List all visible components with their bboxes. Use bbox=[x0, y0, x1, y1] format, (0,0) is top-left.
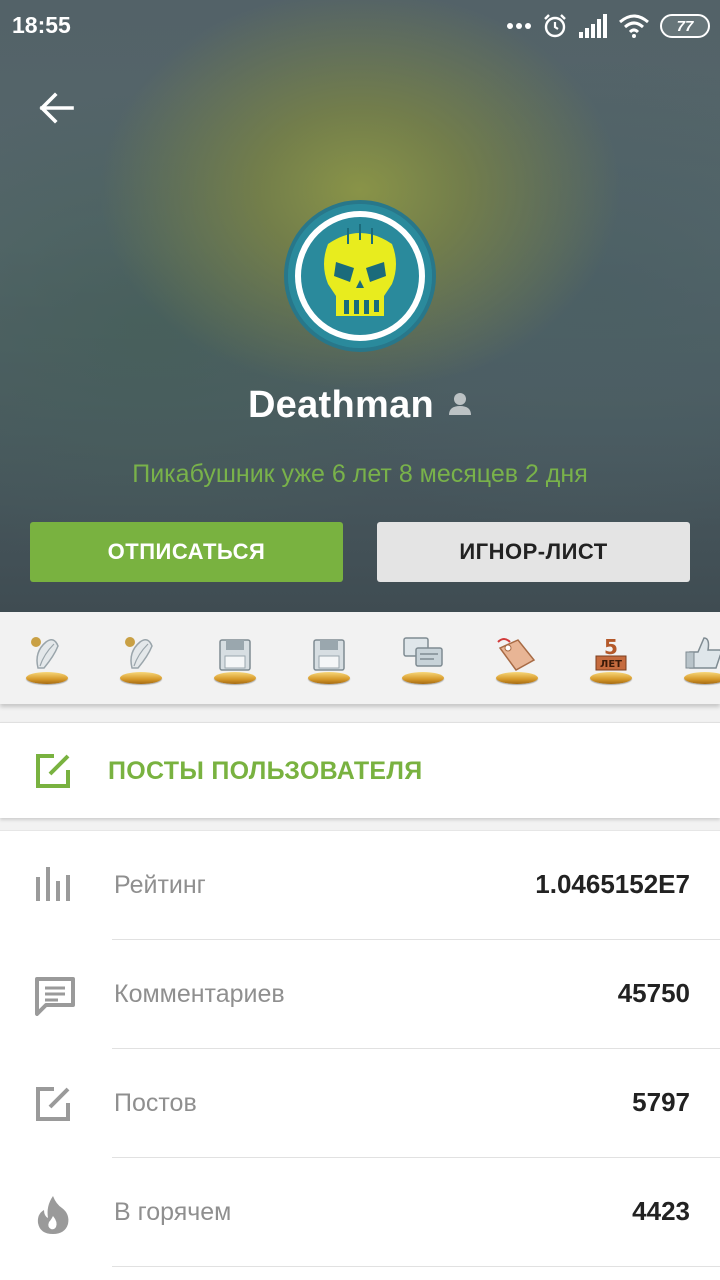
stat-row-rating: Рейтинг 1.0465152E7 bbox=[0, 831, 720, 940]
username: Deathman bbox=[247, 384, 435, 426]
divider bbox=[112, 1266, 720, 1267]
status-time: 18:55 bbox=[12, 12, 71, 38]
award-thumbs-up-icon[interactable] bbox=[682, 632, 720, 684]
status-icons: 77 bbox=[506, 10, 710, 42]
unsubscribe-button[interactable]: ОТПИСАТЬСЯ bbox=[30, 522, 343, 582]
user-posts-label: ПОСТЫ ПОЛЬЗОВАТЕЛЯ bbox=[108, 757, 423, 785]
stat-label: Комментариев bbox=[114, 980, 285, 1008]
award-5-years-word: ЛЕТ bbox=[600, 659, 622, 670]
wifi-icon bbox=[618, 14, 650, 38]
fire-icon bbox=[34, 1194, 72, 1241]
signal-icon bbox=[578, 14, 608, 38]
stat-label: В горячем bbox=[114, 1198, 232, 1226]
stat-label: Постов bbox=[114, 1089, 197, 1117]
arrow-left-icon bbox=[39, 92, 74, 124]
status-bar: 18:55 77 bbox=[0, 0, 720, 52]
award-feather-icon[interactable] bbox=[118, 632, 164, 684]
award-floppy-icon[interactable] bbox=[212, 632, 258, 684]
ignore-list-button[interactable]: ИГНОР-ЛИСТ bbox=[377, 522, 690, 582]
profile-header: 18:55 77 Deathman Пикабушник уже 6 лет 8… bbox=[0, 0, 720, 612]
member-since: Пикабушник уже 6 лет 8 месяцев 2 дня bbox=[132, 460, 588, 488]
stats-list: Рейтинг 1.0465152E7 Комментариев 45750 П… bbox=[0, 830, 720, 1280]
battery-icon: 77 bbox=[660, 14, 710, 38]
more-dots-icon bbox=[506, 22, 532, 30]
back-button[interactable] bbox=[30, 82, 82, 134]
awards-strip[interactable]: 5 ЛЕТ bbox=[0, 612, 720, 704]
edit-post-icon bbox=[34, 1085, 74, 1128]
profile-screen: 18:55 77 Deathman Пикабушник уже 6 лет 8… bbox=[0, 0, 720, 1280]
comment-icon bbox=[34, 976, 76, 1021]
award-chat-icon[interactable] bbox=[400, 632, 446, 684]
edit-post-icon bbox=[34, 752, 74, 795]
award-5-years-number: 5 bbox=[604, 635, 618, 659]
avatar bbox=[284, 200, 436, 352]
stat-value: 1.0465152E7 bbox=[535, 869, 690, 899]
user-posts-link[interactable]: ПОСТЫ ПОЛЬЗОВАТЕЛЯ bbox=[0, 722, 720, 818]
stat-row-comments: Комментариев 45750 bbox=[0, 940, 720, 1049]
award-floppy-icon[interactable] bbox=[306, 632, 352, 684]
stat-value: 4423 bbox=[632, 1196, 690, 1226]
stat-row-hot: В горячем 4423 bbox=[0, 1158, 720, 1267]
award-tag-icon[interactable] bbox=[494, 632, 540, 684]
skull-icon bbox=[288, 204, 432, 348]
user-icon bbox=[448, 391, 472, 420]
stat-label: Рейтинг bbox=[114, 871, 206, 899]
award-feather-icon[interactable] bbox=[24, 632, 70, 684]
alarm-icon bbox=[542, 13, 568, 39]
stat-row-posts: Постов 5797 bbox=[0, 1049, 720, 1158]
stat-value: 5797 bbox=[632, 1087, 690, 1117]
bar-chart-icon bbox=[34, 867, 74, 906]
award-5-years-icon[interactable]: 5 ЛЕТ bbox=[588, 632, 634, 684]
stat-value: 45750 bbox=[617, 978, 690, 1008]
username-row: Deathman bbox=[0, 384, 720, 427]
